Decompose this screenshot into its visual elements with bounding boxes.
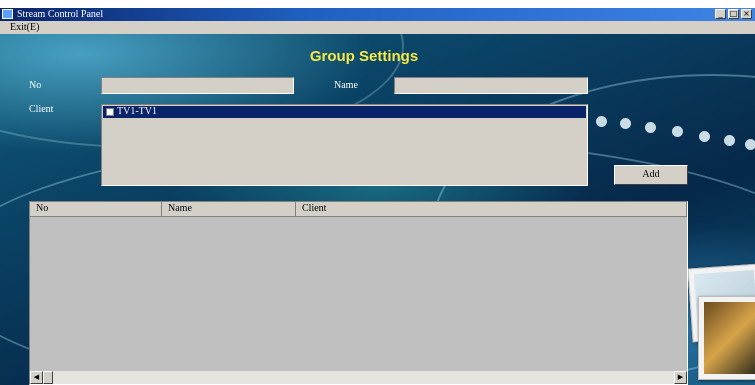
horizontal-scrollbar[interactable]: ◀ ▶ (30, 371, 687, 384)
decorative-dot (745, 139, 755, 150)
decorative-dot (699, 131, 710, 142)
add-button[interactable]: Add (614, 165, 688, 185)
column-header-client[interactable]: Client (296, 202, 687, 217)
app-icon (2, 9, 13, 19)
scroll-thumb[interactable] (43, 371, 53, 384)
decorative-dot (645, 122, 656, 133)
photo-image (704, 302, 755, 374)
client-list-item[interactable]: TV1-TV1 (103, 106, 586, 118)
scroll-left-icon[interactable]: ◀ (30, 371, 43, 384)
decorative-dot (596, 116, 607, 127)
client-item-label: TV1-TV1 (117, 106, 157, 117)
menu-exit[interactable]: Exit(E) (10, 22, 39, 33)
close-button[interactable]: × (741, 9, 752, 19)
client-listbox[interactable]: TV1-TV1 (101, 104, 588, 186)
no-input[interactable] (101, 77, 294, 94)
menu-bar: Exit(E) (0, 21, 755, 34)
no-label: No (29, 80, 42, 91)
client-label: Client (29, 104, 54, 115)
name-label: Name (334, 80, 358, 91)
groups-table[interactable]: No Name Client ◀ ▶ (29, 201, 688, 385)
client-checkbox[interactable] (106, 108, 114, 116)
decorative-dot (724, 135, 735, 146)
app-window: Stream Control Panel _ □ × Exit(E) Group… (0, 8, 755, 385)
table-header: No Name Client (30, 202, 687, 217)
decorative-dot (672, 126, 683, 137)
page-title: Group Settings (309, 48, 419, 65)
scroll-right-icon[interactable]: ▶ (674, 371, 687, 384)
decorative-photo (698, 296, 755, 380)
column-header-name[interactable]: Name (162, 202, 296, 217)
decorative-dot (620, 118, 631, 129)
title-bar[interactable]: Stream Control Panel _ □ × (0, 8, 755, 21)
window-title: Stream Control Panel (17, 9, 104, 20)
minimize-button[interactable]: _ (715, 9, 726, 19)
column-header-no[interactable]: No (30, 202, 162, 217)
maximize-button[interactable]: □ (728, 9, 739, 19)
settings-panel: Group Settings No Name Client TV1-TV1 Ad… (0, 34, 755, 385)
name-input[interactable] (394, 77, 588, 94)
